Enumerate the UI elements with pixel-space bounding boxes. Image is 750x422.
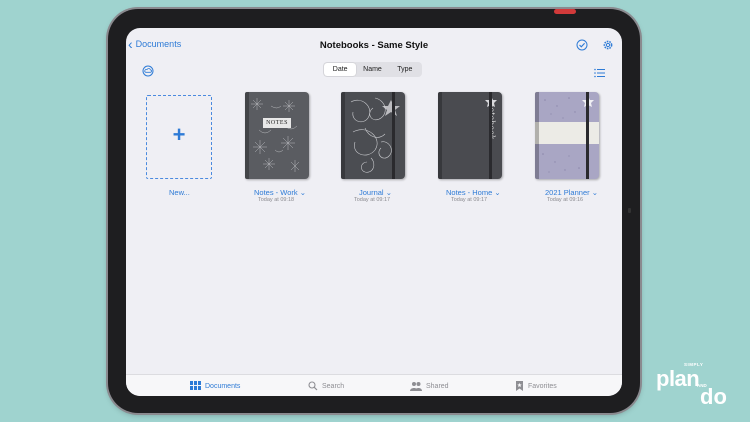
- brand-logo: SIMPLY plan AND do: [650, 358, 740, 418]
- cover-title: NOTES: [263, 118, 291, 128]
- tab-favorites[interactable]: Favorites: [515, 381, 557, 391]
- sort-option-type[interactable]: Type: [389, 63, 421, 76]
- notebook-cover-2021-planner[interactable]: [535, 92, 599, 179]
- brand-plan: plan: [656, 366, 700, 391]
- nav-actions: [576, 38, 614, 51]
- notebook-date: Today at 09:16: [547, 197, 584, 203]
- notebook-name[interactable]: Journal ⌄: [359, 188, 392, 197]
- sort-toolbar: Date Name Type: [126, 62, 622, 82]
- notebook-name-text: 2021 Planner: [545, 188, 590, 197]
- tab-label: Shared: [426, 382, 449, 390]
- tab-shared[interactable]: Shared: [410, 381, 449, 391]
- chevron-down-icon: ⌄: [385, 188, 392, 197]
- tab-label: Favorites: [528, 382, 557, 390]
- tab-bar: Documents Search Shared Favorites: [126, 374, 622, 396]
- select-check-icon[interactable]: [576, 38, 588, 51]
- gear-icon[interactable]: [602, 38, 614, 50]
- new-notebook-button[interactable]: +: [146, 95, 212, 179]
- bookmark-icon: [516, 381, 523, 391]
- grid-icon: [190, 381, 201, 390]
- app-screen: ‹ Documents Notebooks - Same Style Date …: [126, 28, 622, 396]
- chevron-down-icon: ⌄: [299, 188, 307, 197]
- notebook-cover-notes-work[interactable]: NOTES: [245, 92, 309, 179]
- notebook-cover-notes-home[interactable]: notebook: [438, 92, 502, 179]
- notebook-name-text: Journal: [359, 188, 384, 197]
- notebook-spine: [245, 92, 249, 179]
- camera-dot: [628, 208, 631, 213]
- tab-search[interactable]: Search: [308, 381, 344, 391]
- chevron-down-icon: ⌄: [494, 188, 501, 197]
- notebook-cover-journal[interactable]: [341, 92, 405, 179]
- notebook-name[interactable]: 2021 Planner ⌄: [545, 188, 598, 197]
- elastic-strap: [489, 92, 492, 179]
- sort-segmented-control: Date Name Type: [323, 62, 422, 77]
- cloud-sync-icon[interactable]: [142, 64, 154, 77]
- recording-indicator: [554, 9, 576, 14]
- brand-do: do: [700, 384, 727, 409]
- notebook-name[interactable]: Notes - Home ⌄: [446, 188, 501, 197]
- notebook-date: Today at 09:17: [451, 197, 488, 203]
- notebook-spine: [341, 92, 345, 179]
- sort-option-date[interactable]: Date: [324, 63, 357, 76]
- elastic-strap: [586, 92, 589, 179]
- elastic-strap: [392, 92, 395, 179]
- tab-documents[interactable]: Documents: [190, 381, 240, 391]
- notebook-spine: [438, 92, 442, 179]
- notebook-name-text: Notes - Home: [446, 188, 493, 197]
- tab-label: Documents: [205, 382, 241, 390]
- new-label: New...: [169, 188, 190, 197]
- people-icon: [410, 382, 422, 391]
- navigation-bar: ‹ Documents Notebooks - Same Style: [126, 28, 622, 62]
- chevron-down-icon: ⌄: [591, 188, 599, 197]
- notebook-name[interactable]: Notes - Work ⌄: [254, 188, 306, 197]
- notebook-name-text: Notes - Work: [254, 188, 298, 197]
- notebook-date: Today at 09:18: [258, 197, 295, 203]
- search-icon: [308, 381, 318, 391]
- notebook-spine: [535, 92, 539, 179]
- tab-label: Search: [322, 382, 345, 390]
- cover-band: [535, 122, 599, 144]
- plus-icon: +: [172, 122, 186, 147]
- sort-option-name[interactable]: Name: [356, 63, 388, 76]
- list-view-icon[interactable]: [594, 65, 605, 78]
- page-title: Notebooks - Same Style: [319, 40, 429, 51]
- notebook-date: Today at 09:17: [354, 197, 391, 203]
